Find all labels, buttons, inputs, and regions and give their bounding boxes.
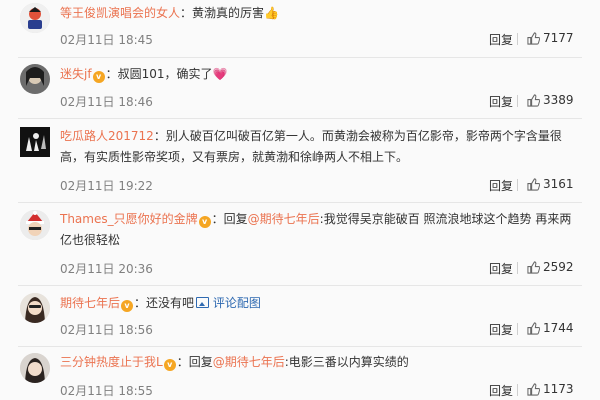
reply-button[interactable]: 回复 [489,321,513,338]
timestamp: 02月11日 18:45 [60,33,153,47]
timestamp: 02月11日 18:56 [60,323,153,337]
action-divider [517,33,518,45]
action-divider [517,323,518,335]
username-link[interactable]: 期待七年后 [60,296,120,310]
timestamp: 02月11日 18:46 [60,95,153,109]
username-link[interactable]: 吃瓜路人201712 [60,129,154,143]
vip-badge-icon: v [163,359,176,371]
thumbs-up-icon [527,261,541,277]
thumbs-up-icon [527,94,541,110]
action-divider [517,384,518,396]
thumbs-up-icon [527,32,541,48]
like-button[interactable]: 1744 [527,321,574,338]
thumbs-up-icon [527,383,541,399]
avatar[interactable] [20,210,50,240]
reply-button[interactable]: 回复 [489,382,513,399]
vip-badge-icon: v [121,300,134,312]
comment-content: ：叔圆101，确实了 [105,67,213,81]
comment-content-continued: 高，有实质性影帝奖项，又有票房，就黄渤和徐峥两人不相上下。 [60,150,409,164]
reply-button[interactable]: 回复 [489,177,513,194]
comment-list: 等王俊凯演唱会的女人：黄渤真的厉害👍 02月11日 18:45 回复 7177 … [0,0,600,400]
picture-icon [196,297,210,308]
reply-button[interactable]: 回复 [489,93,513,110]
comment-text: 迷失jf v ：叔圆101，确实了💗 [60,64,588,85]
username-link[interactable]: 三分钟热度止于我L [60,355,163,369]
vip-badge-icon: v [198,216,211,228]
comment-content: :电影三番以内算实绩的 [284,355,409,369]
avatar[interactable] [20,127,50,157]
reply-button[interactable]: 回复 [489,260,513,277]
reply-button[interactable]: 回复 [489,31,513,48]
like-button[interactable]: 7177 [527,31,574,48]
like-count: 1173 [543,382,574,396]
reply-prefix: ：回复 [211,212,248,226]
divider [18,285,582,286]
thumbs-up-icon [527,178,541,194]
heart-emoji: 💗 [212,67,228,81]
comment-content: :我觉得吴京能破百 照流浪地球这个趋势 再来两 [319,212,572,226]
timestamp: 02月11日 19:22 [60,179,153,193]
divider [18,346,582,347]
avatar[interactable] [20,293,50,323]
username-link[interactable]: 迷失jf [60,67,92,81]
like-count: 3161 [543,177,574,191]
username-link[interactable]: Thames_只愿你好的金牌 [60,212,198,226]
comment-text: Thames_只愿你好的金牌 v ：回复@期待七年后:我觉得吴京能破百 照流浪地球这… [60,209,588,251]
like-button[interactable]: 1173 [527,382,574,399]
like-count: 2592 [543,260,574,274]
comment-content: ：别人破百亿叫破百亿第一人。而黄渤会被称为百亿影帝，影帝两个字含量很 [153,129,562,143]
comment-image-link[interactable]: 评论配图 [213,296,261,310]
reply-prefix: ：回复 [176,355,213,369]
like-count: 7177 [543,31,574,45]
divider [18,57,582,58]
timestamp: 02月11日 18:55 [60,384,153,398]
timestamp: 02月11日 20:36 [60,262,153,276]
like-count: 1744 [543,321,574,335]
comment-text: 期待七年后 v ：还没有吧 评论配图 [60,293,588,314]
thumbs-up-icon [527,322,541,338]
like-button[interactable]: 3389 [527,93,574,110]
like-button[interactable]: 3161 [527,177,574,194]
vip-badge-icon: v [92,71,105,83]
divider [18,202,582,203]
action-divider [517,179,518,191]
action-divider [517,262,518,274]
mention-link[interactable]: @期待七年后 [248,212,320,226]
mention-link[interactable]: @期待七年后 [213,355,285,369]
comment-text: 等王俊凯演唱会的女人：黄渤真的厉害👍 [60,3,588,24]
like-count: 3389 [543,93,574,107]
comment-text: 三分钟热度止于我L v ：回复@期待七年后:电影三番以内算实绩的 [60,352,588,373]
divider [18,118,582,119]
action-divider [517,95,518,107]
comment-content: ：黄渤真的厉害 [180,6,265,20]
like-button[interactable]: 2592 [527,260,574,277]
avatar[interactable] [20,353,50,383]
comment-content: ：还没有吧 [134,296,195,310]
avatar[interactable] [20,3,50,33]
thumbs-up-emoji: 👍 [264,6,279,20]
comment-text: 吃瓜路人201712：别人破百亿叫破百亿第一人。而黄渤会被称为百亿影帝，影帝两个… [60,126,588,168]
comment-content-continued: 亿也很轻松 [60,233,121,247]
username-link[interactable]: 等王俊凯演唱会的女人 [60,6,180,20]
avatar[interactable] [20,64,50,94]
